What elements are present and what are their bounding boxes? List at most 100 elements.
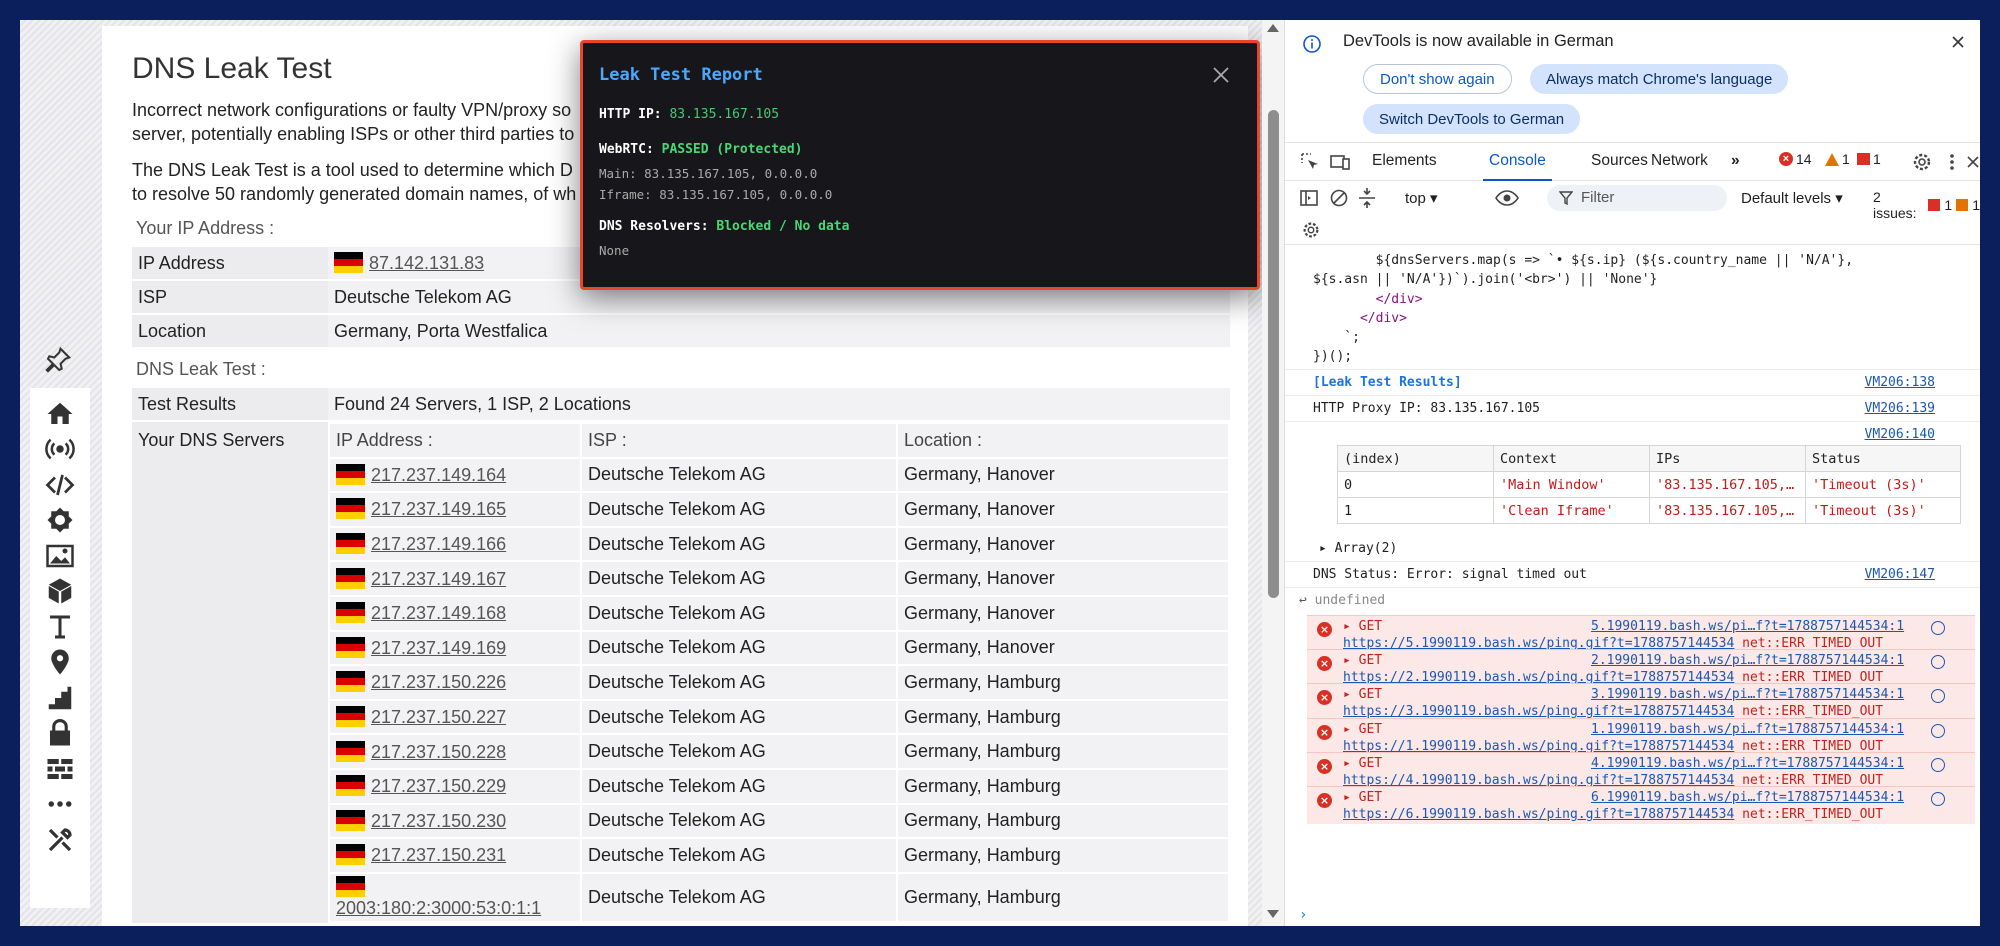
match-language-button[interactable]: Always match Chrome's language: [1530, 64, 1789, 94]
error-source-link[interactable]: 1.1990119.bash.ws/pi…f?t=1788757144534:1: [1591, 722, 1904, 737]
dont-show-again-button[interactable]: Don't show again: [1363, 64, 1512, 94]
dns-ip-link[interactable]: 217.237.150.231: [371, 845, 506, 865]
network-globe-icon[interactable]: [1931, 655, 1945, 670]
scroll-thumb[interactable]: [1268, 110, 1279, 598]
source-link[interactable]: VM206:140: [1865, 427, 1935, 442]
broadcast-icon[interactable]: [40, 432, 80, 468]
more-tabs-icon[interactable]: »: [1731, 152, 1740, 170]
network-error-entry[interactable]: × ▸ GET 1.1990119.bash.ws/pi…f?t=178875714…: [1307, 717, 1975, 756]
dns-location: Germany, Hamburg: [898, 839, 1228, 872]
filter-collapse-icon[interactable]: [1357, 186, 1377, 210]
text-icon[interactable]: [40, 609, 80, 645]
source-link[interactable]: VM206:138: [1865, 375, 1935, 390]
dns-ip-link[interactable]: 217.237.150.228: [371, 742, 506, 762]
ip-address-key: IP Address: [132, 247, 328, 279]
dns-ip-link[interactable]: 217.237.150.226: [371, 672, 506, 692]
source-link[interactable]: VM206:147: [1865, 567, 1935, 582]
image-icon[interactable]: [40, 538, 80, 574]
dns-location: Germany, Hamburg: [898, 804, 1228, 838]
switch-german-button[interactable]: Switch DevTools to German: [1363, 104, 1581, 134]
close-devtools-icon[interactable]: [1965, 151, 1980, 173]
more-icon[interactable]: [40, 787, 80, 823]
badge-icon[interactable]: [40, 503, 80, 539]
issues-badge[interactable]: 1: [1857, 151, 1881, 167]
kebab-menu-icon[interactable]: [1941, 151, 1963, 173]
page-scrollbar[interactable]: [1262, 20, 1284, 926]
error-icon: ×: [1317, 758, 1332, 774]
dns-ip-link[interactable]: 217.237.149.165: [371, 499, 506, 519]
source-link[interactable]: VM206:139: [1865, 401, 1935, 416]
tools-icon[interactable]: [40, 822, 80, 858]
tab-console[interactable]: Console: [1483, 152, 1552, 181]
dns-ip-link[interactable]: 217.237.149.169: [371, 638, 506, 658]
dns-ip-link[interactable]: 217.237.149.167: [371, 569, 506, 589]
network-globe-icon[interactable]: [1931, 757, 1945, 772]
pin-icon[interactable]: [34, 340, 82, 380]
error-source-link[interactable]: 6.1990119.bash.ws/pi…f?t=1788757144534:1: [1591, 790, 1904, 805]
browser-window: DNS Leak Test Incorrect network configur…: [20, 20, 1980, 926]
dns-server-row: 2003:180:2:3000:53:0:1:1 Deutsche Telekom…: [330, 873, 1228, 921]
tab-sources[interactable]: Sources: [1591, 152, 1648, 170]
dns-server-row: 217.237.149.165 Deutsche Telekom AG German…: [330, 493, 1228, 526]
dns-location: Germany, Hamburg: [898, 735, 1228, 768]
context-selector[interactable]: top ▾: [1405, 189, 1438, 207]
dns-ip-link[interactable]: 217.237.149.164: [371, 465, 506, 485]
inspect-element-icon[interactable]: [1299, 151, 1321, 173]
network-error-entry[interactable]: × ▸ GET 5.1990119.bash.ws/pi…f?t=178875714…: [1307, 615, 1975, 653]
error-url-link[interactable]: https://6.1990119.bash.ws/ping.gif?t=178…: [1343, 807, 1734, 822]
dns-server-row: 217.237.149.164 Deutsche Telekom AG German…: [330, 458, 1228, 492]
network-globe-icon[interactable]: [1931, 621, 1945, 635]
dns-ip-link[interactable]: 217.237.150.230: [371, 811, 506, 831]
germany-flag-icon: [336, 636, 365, 658]
cube-icon[interactable]: [40, 574, 80, 610]
console-prompt-icon[interactable]: ›: [1299, 907, 1307, 923]
eye-icon[interactable]: [1495, 188, 1519, 208]
error-source-link[interactable]: 4.1990119.bash.ws/pi…f?t=1788757144534:1: [1591, 756, 1904, 771]
tab-network[interactable]: Network: [1651, 152, 1708, 170]
dns-location: Germany, Hamburg: [898, 666, 1228, 699]
scroll-up-icon[interactable]: [1267, 24, 1279, 32]
devtools-panel: DevTools is now available in German Don'…: [1284, 20, 1980, 926]
sidebar-toggle-icon[interactable]: [1299, 188, 1319, 208]
tab-elements[interactable]: Elements: [1372, 152, 1437, 170]
germany-flag-icon: [336, 740, 365, 762]
close-icon[interactable]: [1211, 65, 1231, 85]
filter-input[interactable]: Filter: [1547, 185, 1727, 211]
ip-address-link[interactable]: 87.142.131.83: [369, 253, 484, 273]
array-expander[interactable]: ▸ Array(2): [1319, 541, 1397, 556]
console-settings-icon[interactable]: [1301, 220, 1321, 240]
scroll-down-icon[interactable]: [1267, 910, 1279, 918]
errors-badge[interactable]: × 14: [1779, 151, 1812, 167]
code-line: ${s.asn || 'N/A'})`).join('<br>') || 'No…: [1313, 272, 1658, 287]
stairs-icon[interactable]: [40, 680, 80, 716]
network-error-entry[interactable]: × ▸ GET 3.1990119.bash.ws/pi…f?t=178875714…: [1307, 683, 1975, 722]
issue-error-icon: [1928, 199, 1941, 211]
table-row: Location Germany, Porta Westfalica: [132, 315, 1230, 347]
dns-ip-link[interactable]: 2003:180:2:3000:53:0:1:1: [336, 898, 541, 918]
device-toolbar-icon[interactable]: [1329, 151, 1351, 173]
location-pin-icon[interactable]: [40, 645, 80, 681]
dns-ip-link[interactable]: 217.237.150.227: [371, 707, 506, 727]
network-error-entry[interactable]: × ▸ GET 4.1990119.bash.ws/pi…f?t=178875714…: [1307, 751, 1975, 790]
clear-console-icon[interactable]: [1329, 188, 1349, 208]
dns-ip-link[interactable]: 217.237.149.168: [371, 603, 506, 623]
webrtc-row: WebRTC: PASSED (Protected): [599, 142, 803, 157]
dns-ip-link[interactable]: 217.237.149.166: [371, 534, 506, 554]
network-globe-icon[interactable]: [1931, 792, 1945, 806]
error-source-link[interactable]: 3.1990119.bash.ws/pi…f?t=1788757144534:1: [1591, 687, 1904, 702]
close-banner-icon[interactable]: [1950, 34, 1966, 50]
code-icon[interactable]: [40, 467, 80, 503]
home-icon[interactable]: [40, 396, 80, 432]
firewall-icon[interactable]: [40, 751, 80, 787]
warnings-badge[interactable]: 1: [1825, 151, 1850, 167]
error-source-link[interactable]: 2.1990119.bash.ws/pi…f?t=1788757144534:1: [1591, 653, 1904, 668]
network-error-entry[interactable]: × ▸ GET 6.1990119.bash.ws/pi…f?t=178875714…: [1307, 786, 1975, 824]
network-globe-icon[interactable]: [1931, 723, 1945, 738]
error-source-link[interactable]: 5.1990119.bash.ws/pi…f?t=1788757144534:1: [1591, 619, 1904, 634]
lock-icon[interactable]: [40, 716, 80, 752]
network-globe-icon[interactable]: [1931, 689, 1945, 704]
dns-ip-link[interactable]: 217.237.150.229: [371, 776, 506, 796]
settings-gear-icon[interactable]: [1911, 151, 1933, 173]
log-levels-dropdown[interactable]: Default levels ▾: [1741, 189, 1843, 207]
network-error-entry[interactable]: × ▸ GET 2.1990119.bash.ws/pi…f?t=178875714…: [1307, 649, 1975, 688]
